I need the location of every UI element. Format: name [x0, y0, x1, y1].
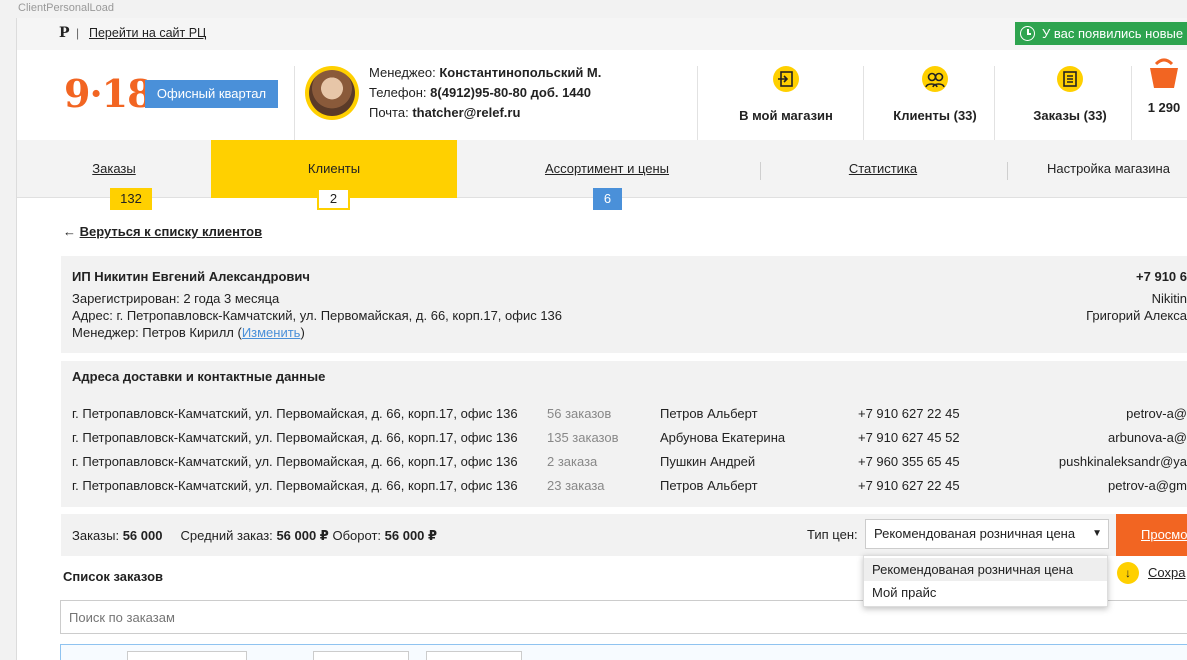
tab-shop-settings[interactable]: Настройка магазина [1047, 140, 1187, 198]
manager-label: Менеджео: [369, 65, 436, 80]
manager-name: Константинопольский М. [439, 65, 602, 80]
view-button[interactable]: Просмо [1116, 514, 1187, 556]
addresses-heading: Адреса доставки и контактные данные [72, 369, 326, 384]
stats-bar: Заказы: 56 000 Средний заказ: 56 000 ₽ О… [61, 514, 1187, 556]
orders-count-badge: 132 [110, 188, 152, 210]
client-contact: Григорий Алекса [1086, 308, 1187, 323]
top-strip: Р | Перейти на сайт РЦ У вас появились н… [17, 18, 1187, 50]
divider [294, 66, 295, 144]
table-row: г. Петропавловск-Камчатский, ул. Первома… [72, 406, 1187, 421]
triangle-down-icon: ▼ [1092, 528, 1102, 539]
window-title: ClientPersonalLoad [18, 2, 115, 14]
table-row: г. Петропавловск-Камчатский, ул. Первома… [72, 454, 1187, 469]
orders-button[interactable]: Заказы (33) [995, 66, 1145, 123]
price-type-dropdown: Рекомендованая розничная цена Мой прайс [863, 555, 1108, 607]
save-label: Сохра [1148, 565, 1186, 580]
orders-label: Заказы (33) [1033, 108, 1107, 123]
notification-banner[interactable]: У вас появились новые [1015, 22, 1187, 45]
client-registered: Зарегистрирован: 2 года 3 месяца [72, 291, 280, 306]
phone-value: 8(4912)95-80-80 доб. 1440 [430, 85, 591, 100]
arrow-left-icon: ← [63, 224, 76, 239]
clients-label: Клиенты (33) [893, 108, 977, 123]
divider [697, 66, 698, 144]
date-from-field[interactable] [313, 651, 409, 660]
client-manager: Менеджер: Петров Кирилл (Изменить) [72, 325, 305, 340]
price-type-select[interactable]: Рекомендованая розничная цена ▼ [865, 519, 1109, 549]
my-shop-label: В мой магазин [739, 108, 833, 123]
orders-filter-row [60, 644, 1187, 660]
notification-text: У вас появились новые [1042, 26, 1184, 41]
delivery-addresses: Адреса доставки и контактные данные г. П… [61, 361, 1187, 507]
orders-icon [1057, 66, 1083, 92]
change-manager-link[interactable]: Изменить [242, 325, 301, 340]
client-phone: +7 910 6 [1136, 269, 1187, 284]
client-address: Адрес: г. Петропавловск-Камчатский, ул. … [72, 308, 563, 323]
avatar [305, 66, 359, 120]
client-card: ИП Никитин Евгений Александрович Зарегис… [61, 256, 1187, 353]
clients-icon [922, 66, 948, 92]
enter-shop-icon [773, 66, 799, 92]
dropdown-option[interactable]: Мой прайс [864, 581, 1107, 604]
orders-list-title: Список заказов [63, 569, 164, 584]
separator: | [76, 26, 80, 40]
clients-button[interactable]: Клиенты (33) [860, 66, 1010, 123]
email-value: thatcher@relef.ru [412, 105, 521, 120]
filter-field[interactable] [127, 651, 247, 660]
price-type-value: Рекомендованая розничная цена [874, 526, 1076, 541]
email-line: Почта: thatcher@relef.ru [369, 105, 520, 120]
client-login: Nikitin [1151, 291, 1187, 306]
back-label: Веруться к списку клиентов [79, 224, 263, 239]
dropdown-option[interactable]: Рекомендованая розничная цена [864, 558, 1107, 581]
cart-total: 1 290 [1147, 100, 1181, 115]
client-name: ИП Никитин Евгений Александрович [72, 269, 310, 284]
email-label: Почта: [369, 105, 409, 120]
my-shop-button[interactable]: В мой магазин [711, 66, 861, 123]
clock-icon [1020, 26, 1035, 41]
cart-icon [1144, 58, 1184, 94]
office-button[interactable]: Офисный квартал [145, 80, 278, 108]
phone-line: Телефон: 8(4912)95-80-80 доб. 1440 [369, 85, 591, 100]
divider [1131, 66, 1132, 144]
nav-separator [1007, 162, 1008, 180]
table-row: г. Петропавловск-Камчатский, ул. Первома… [72, 478, 1187, 493]
download-icon: ↓ [1117, 562, 1139, 584]
relef-logo: Р [59, 25, 70, 41]
date-to-field[interactable] [426, 651, 522, 660]
table-row: г. Петропавловск-Камчатский, ул. Первома… [72, 430, 1187, 445]
stats-summary: Заказы: 56 000 Средний заказ: 56 000 ₽ О… [72, 528, 438, 543]
clients-count-badge: 2 [317, 188, 350, 210]
back-to-clients-link[interactable]: ← Веруться к списку клиентов [63, 224, 262, 239]
brand-logo[interactable]: 9·18 [64, 70, 154, 118]
price-type-label: Тип цен: [807, 527, 858, 542]
assortment-count-badge: 6 [593, 188, 622, 210]
tab-statistics[interactable]: Статистика [761, 140, 1005, 198]
cart-button[interactable]: 1 290 [1134, 58, 1187, 115]
go-to-site-link[interactable]: Перейти на сайт РЦ [89, 26, 206, 40]
manager-line: Менеджео: Константинопольский М. [369, 65, 601, 80]
phone-label: Телефон: [369, 85, 427, 100]
